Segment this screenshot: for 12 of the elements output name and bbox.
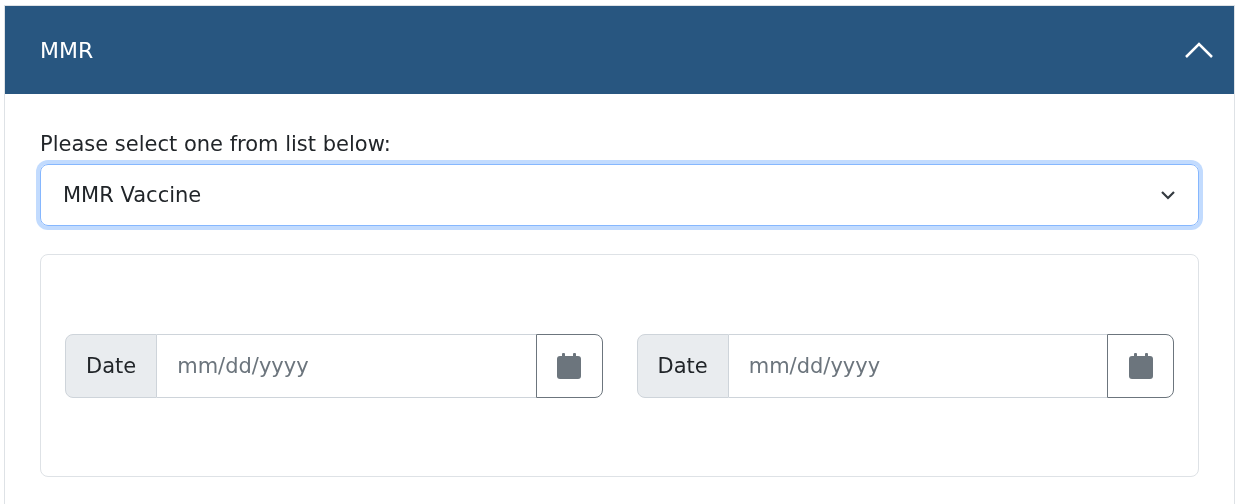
calendar-icon <box>1128 352 1153 379</box>
date-addon: Date <box>65 333 158 398</box>
date-input[interactable]: mm/dd/yyyy <box>728 333 1107 398</box>
calendar-icon <box>557 352 581 379</box>
date-input[interactable]: mm/dd/yyyy <box>157 333 536 398</box>
date-addon: Date <box>636 333 729 398</box>
chevron-up-icon <box>1184 41 1214 59</box>
select-label: Please select one from list below: <box>40 131 392 158</box>
panel-title: MMR <box>40 37 94 63</box>
calendar-button[interactable] <box>535 333 603 398</box>
calendar-button[interactable] <box>1107 333 1174 398</box>
chevron-down-icon <box>1160 190 1176 200</box>
